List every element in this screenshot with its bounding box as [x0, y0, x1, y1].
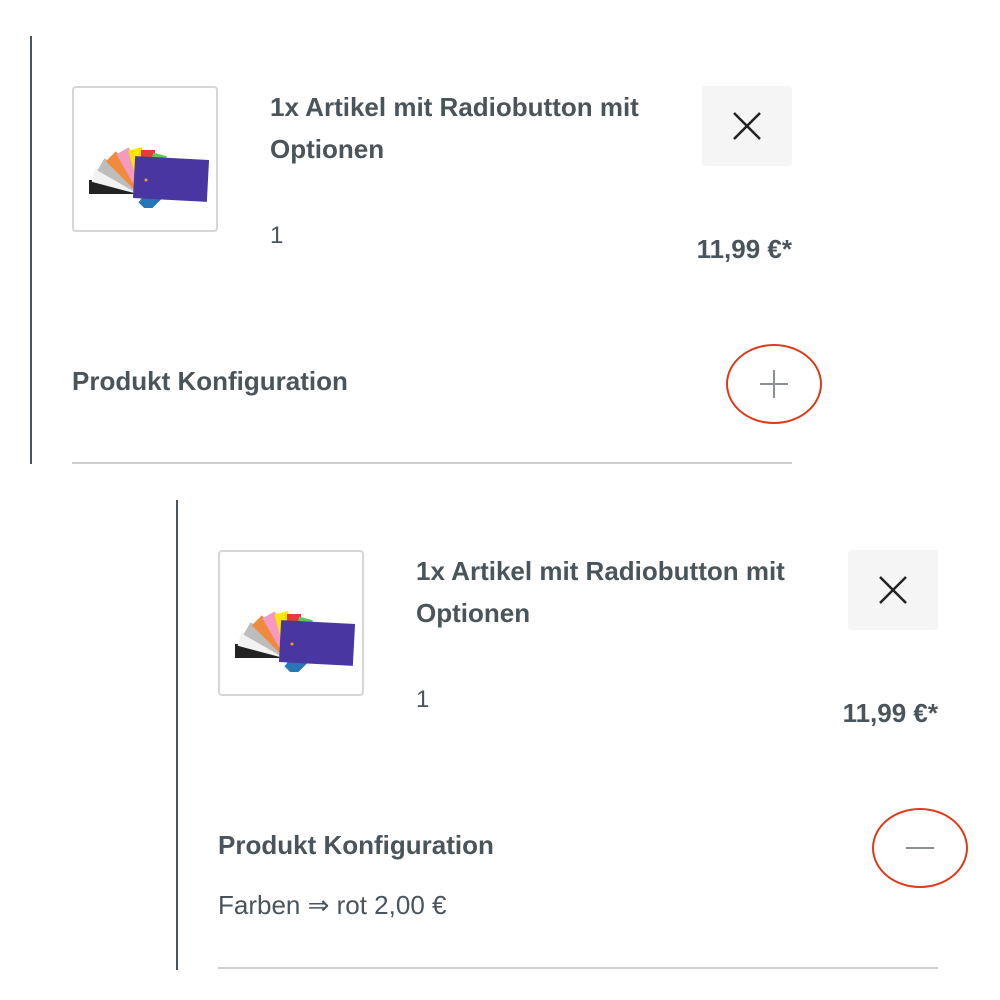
plus-icon: [760, 370, 788, 398]
product-configuration-label[interactable]: Produkt Konfiguration: [218, 830, 494, 861]
color-swatch-fan-image: [235, 610, 356, 672]
collapse-configuration-button[interactable]: [872, 808, 968, 888]
close-icon: [879, 576, 907, 604]
color-swatch-fan-image: [89, 146, 210, 208]
remove-item-button[interactable]: [702, 86, 792, 166]
quantity-value: 1: [270, 222, 284, 249]
product-title[interactable]: 1x Artikel mit Radiobutton mit Optionen: [270, 86, 690, 170]
item-2-left-border: [176, 500, 178, 970]
product-thumbnail[interactable]: [218, 550, 364, 696]
remove-item-button[interactable]: [848, 550, 938, 630]
close-icon: [733, 112, 761, 140]
minus-icon: [906, 847, 934, 849]
expand-configuration-button[interactable]: [726, 344, 822, 424]
item-1-left-border: [30, 36, 32, 464]
item-price: 11,99 €*: [696, 234, 792, 264]
item-divider: [72, 462, 792, 464]
product-configuration-label[interactable]: Produkt Konfiguration: [72, 366, 348, 397]
item-price: 11,99 €*: [842, 698, 938, 728]
product-title[interactable]: 1x Artikel mit Radiobutton mit Optionen: [416, 550, 836, 634]
line-item-1: 1x Artikel mit Radiobutton mit Optionen …: [72, 86, 822, 426]
item-divider: [218, 967, 938, 969]
line-item-2: 1x Artikel mit Radiobutton mit Optionen …: [218, 550, 968, 950]
configuration-option-value: Farben ⇒ rot 2,00 €: [218, 890, 447, 920]
quantity-value: 1: [416, 686, 430, 713]
product-thumbnail[interactable]: [72, 86, 218, 232]
